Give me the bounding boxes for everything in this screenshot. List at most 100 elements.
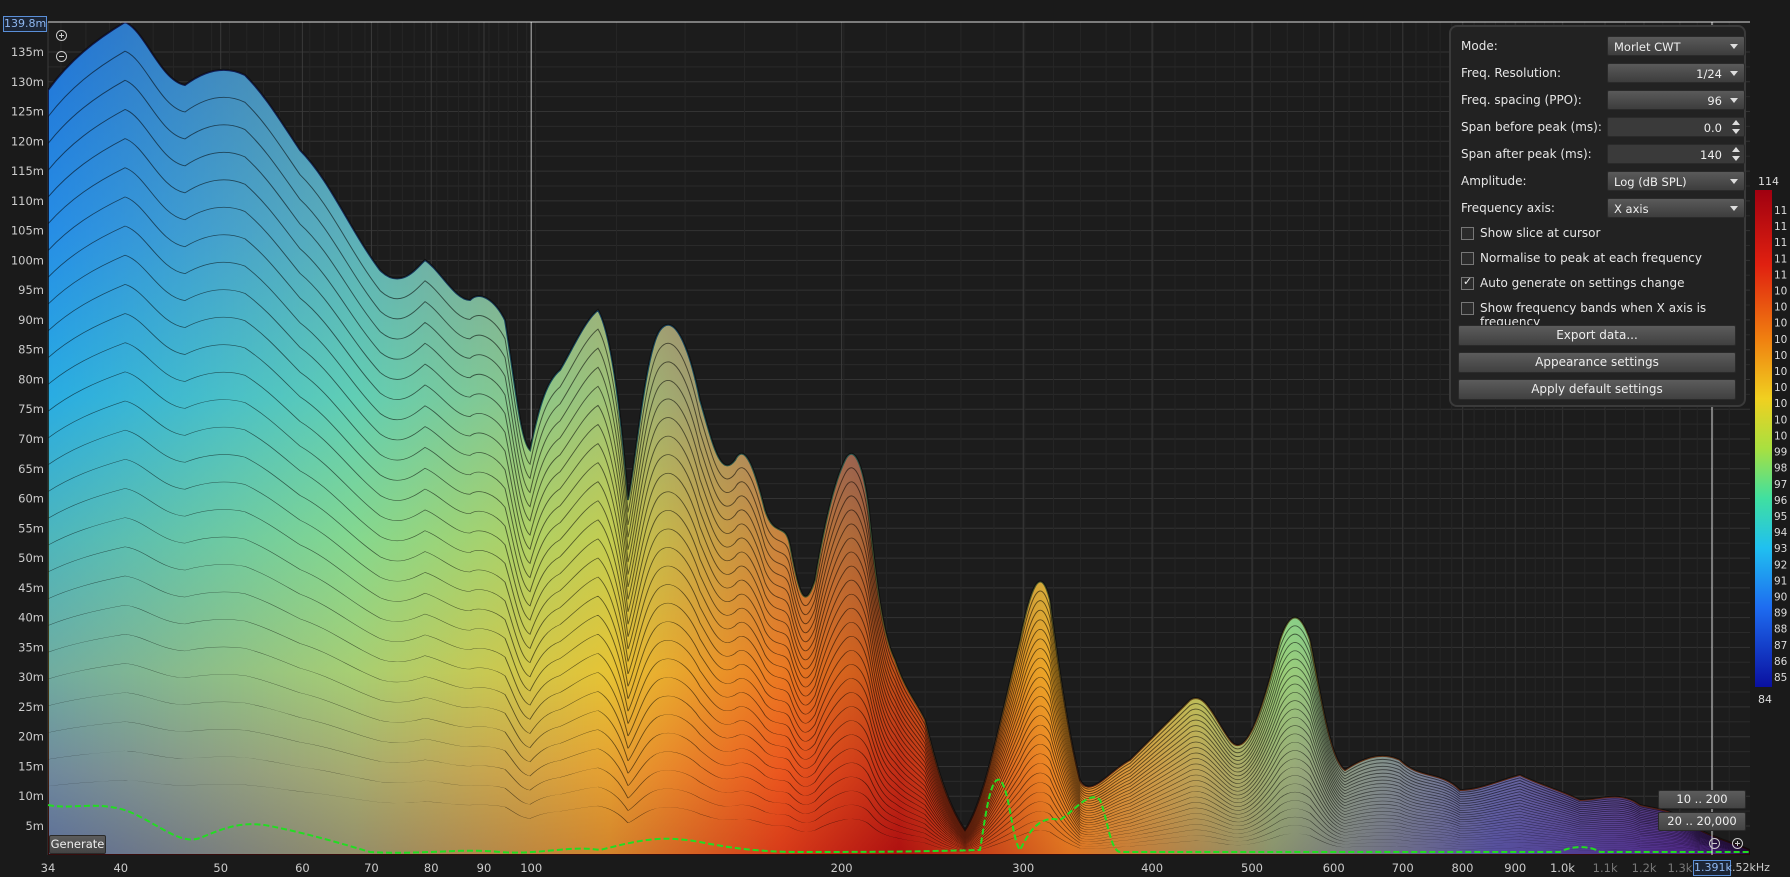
normalise-checkbox[interactable]: Normalise to peak at each frequency <box>1461 250 1741 268</box>
time-tick-label: 120m <box>11 134 44 148</box>
checkbox-label: Auto generate on settings change <box>1480 276 1685 290</box>
chevron-down-icon <box>1730 71 1738 76</box>
span-before-value: 0.0 <box>1703 121 1722 135</box>
color-scale-tick-label: 11 <box>1774 205 1787 217</box>
freq-spacing-dropdown[interactable]: 96 <box>1607 90 1745 110</box>
time-tick-label: 30m <box>18 670 44 684</box>
time-tick-label: 95m <box>18 283 44 297</box>
appearance-settings-button[interactable]: Appearance settings <box>1458 352 1736 373</box>
x-zoom-out-icon[interactable] <box>1709 838 1720 849</box>
color-scale-tick-label: 10 <box>1774 334 1787 346</box>
color-scale-tick-label: 10 <box>1774 302 1787 314</box>
time-tick-label: 115m <box>11 164 44 178</box>
color-scale-tick-label: 88 <box>1774 624 1787 636</box>
spinner-arrows-icon[interactable] <box>1728 118 1744 136</box>
time-tick-label: 90m <box>18 313 44 327</box>
time-tick-label: 45m <box>18 581 44 595</box>
color-scale-tick-label: 11 <box>1774 221 1787 233</box>
frequency-axis-value: X axis <box>1614 202 1649 216</box>
freq-tick-label: 1.3k <box>1667 861 1692 875</box>
color-scale-top-label: 114 <box>1758 175 1779 188</box>
freq-resolution-row: Freq. Resolution: 1/24 <box>1461 63 1745 83</box>
color-scale-bottom-label: 84 <box>1758 693 1772 706</box>
color-scale-tick-label: 10 <box>1774 318 1787 330</box>
freq-tick-label: 400 <box>1141 861 1163 875</box>
time-tick-label: 50m <box>18 551 44 565</box>
freq-spacing-value: 96 <box>1707 94 1722 108</box>
time-tick-label: 20m <box>18 730 44 744</box>
time-tick-label: 25m <box>18 700 44 714</box>
freq-axis-end-label: .52kHz <box>1732 861 1770 874</box>
time-tick-label: 85m <box>18 343 44 357</box>
color-scale-tick-label: 99 <box>1774 447 1787 459</box>
span-after-row: Span after peak (ms): 140 <box>1461 144 1745 164</box>
auto-generate-checkbox[interactable]: ✓ Auto generate on settings change <box>1461 275 1741 293</box>
color-scale-tick-label: 10 <box>1774 350 1787 362</box>
time-tick-label: 110m <box>11 194 44 208</box>
cursor-freq-readout: 1.391k <box>1693 860 1732 876</box>
span-after-spinner[interactable]: 140 <box>1607 144 1745 164</box>
freq-resolution-dropdown[interactable]: 1/24 <box>1607 63 1745 83</box>
time-tick-label: 35m <box>18 640 44 654</box>
freq-tick-label: 500 <box>1241 861 1263 875</box>
freq-tick-label: 800 <box>1452 861 1474 875</box>
span-after-label: Span after peak (ms): <box>1461 147 1592 161</box>
color-scale-tick-label: 11 <box>1774 253 1787 265</box>
time-tick-label: 5m <box>25 819 44 833</box>
freq-tick-label: 1.2k <box>1632 861 1657 875</box>
export-data-button[interactable]: Export data... <box>1458 325 1736 346</box>
freq-tick-label: 40 <box>113 861 128 875</box>
color-scale-tick-label: 95 <box>1774 511 1787 523</box>
show-bands-checkbox[interactable]: Show frequency bands when X axis is freq… <box>1461 300 1741 329</box>
color-scale-tick-label: 90 <box>1774 591 1787 603</box>
freq-tick-label: 200 <box>831 861 853 875</box>
freq-spacing-row: Freq. spacing (PPO): 96 <box>1461 90 1745 110</box>
time-tick-label: 70m <box>18 432 44 446</box>
spinner-arrows-icon[interactable] <box>1728 145 1744 163</box>
cursor-time-readout: 139.8m <box>3 16 47 32</box>
x-zoom-in-icon[interactable] <box>1732 838 1743 849</box>
color-scale-tick-label: 10 <box>1774 286 1787 298</box>
freq-tick-label: 100 <box>520 861 542 875</box>
span-after-value: 140 <box>1700 148 1722 162</box>
checkbox-box[interactable] <box>1461 252 1474 265</box>
span-before-spinner[interactable]: 0.0 <box>1607 117 1745 137</box>
time-tick-label: 80m <box>18 372 44 386</box>
color-scale-tick-label: 89 <box>1774 608 1787 620</box>
color-scale-tick-label: 10 <box>1774 414 1787 426</box>
amplitude-dropdown[interactable]: Log (dB SPL) <box>1607 171 1745 191</box>
range-20-20000-button[interactable]: 20 .. 20,000 <box>1658 812 1746 831</box>
frequency-axis-label: Frequency axis: <box>1461 201 1555 215</box>
checkbox-box[interactable] <box>1461 227 1474 240</box>
color-scale-tick-label: 85 <box>1774 672 1787 684</box>
range-10-200-button[interactable]: 10 .. 200 <box>1658 790 1746 809</box>
apply-default-settings-button[interactable]: Apply default settings <box>1458 379 1736 400</box>
color-scale-tick-label: 98 <box>1774 463 1787 475</box>
freq-tick-label: 90 <box>477 861 492 875</box>
time-tick-label: 125m <box>11 105 44 119</box>
frequency-axis-dropdown[interactable]: X axis <box>1607 198 1745 218</box>
freq-tick-label: 80 <box>424 861 439 875</box>
color-scale-tick-label: 10 <box>1774 430 1787 442</box>
time-tick-label: 135m <box>11 45 44 59</box>
color-scale-bar <box>1755 190 1772 687</box>
time-tick-label: 15m <box>18 759 44 773</box>
color-scale-tick-label: 94 <box>1774 527 1788 539</box>
color-scale-tick-label: 10 <box>1774 398 1787 410</box>
generate-button[interactable]: Generate <box>49 835 106 854</box>
freq-tick-label: 50 <box>213 861 228 875</box>
time-tick-label: 10m <box>18 789 44 803</box>
time-tick-label: 130m <box>11 75 44 89</box>
frequency-axis-row: Frequency axis: X axis <box>1461 198 1745 218</box>
zoom-out-icon[interactable] <box>56 51 67 62</box>
show-slice-checkbox[interactable]: Show slice at cursor <box>1461 225 1741 243</box>
checkbox-box[interactable] <box>1461 302 1474 315</box>
freq-tick-label: 70 <box>364 861 379 875</box>
checkbox-box[interactable]: ✓ <box>1461 275 1474 290</box>
zoom-in-icon[interactable] <box>56 30 67 41</box>
mode-dropdown[interactable]: Morlet CWT <box>1607 36 1745 56</box>
freq-tick-label: 1.0k <box>1550 861 1575 875</box>
amplitude-label: Amplitude: <box>1461 174 1527 188</box>
freq-tick-label: 1.1k <box>1593 861 1618 875</box>
freq-tick-label: 300 <box>1012 861 1034 875</box>
